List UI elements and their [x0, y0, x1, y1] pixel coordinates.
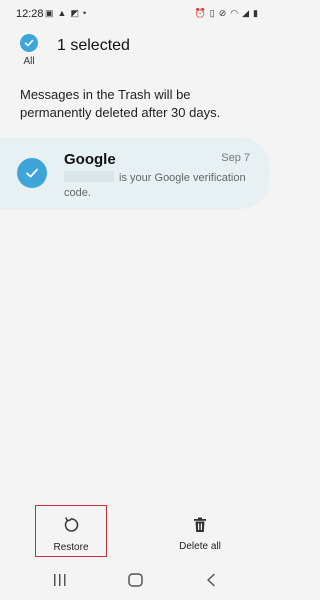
message-date: Sep 7	[221, 152, 250, 164]
delete-all-button[interactable]: Delete all	[170, 505, 230, 557]
status-left-icons: ▣ ▲ ◩ •	[45, 7, 86, 19]
back-icon[interactable]	[205, 573, 217, 587]
check-icon	[20, 34, 38, 52]
mute-icon: ⊘	[218, 8, 227, 18]
trash-icon	[194, 517, 206, 532]
home-icon[interactable]	[128, 573, 143, 587]
recents-icon[interactable]	[53, 573, 67, 587]
selected-count: 1 selected	[57, 37, 130, 54]
restore-button[interactable]: Restore	[35, 505, 107, 557]
navigation-bar	[0, 565, 270, 595]
status-right-icons: ⏰ ▯ ⊘ ◠ ◢ ▮	[195, 7, 258, 19]
message-item[interactable]: Google Sep 7 is your Google verification…	[0, 137, 270, 209]
restore-icon	[64, 517, 79, 532]
delete-all-label: Delete all	[179, 541, 221, 552]
warning-icon: ▲	[57, 8, 67, 18]
check-icon[interactable]	[17, 158, 47, 188]
select-all-label: All	[23, 56, 35, 67]
image-icon: ▣	[45, 8, 54, 18]
bottom-action-bar: Restore Delete all	[0, 505, 270, 560]
select-all-checkbox[interactable]: All	[16, 34, 42, 67]
dot-icon: •	[82, 8, 87, 18]
status-time: 12:28	[16, 8, 44, 20]
vibrate-icon: ▯	[209, 8, 215, 18]
cast-icon: ◩	[70, 8, 79, 18]
status-bar: 12:28 ▣ ▲ ◩ • ⏰ ▯ ⊘ ◠ ◢ ▮	[0, 0, 270, 28]
redacted-code	[64, 171, 114, 182]
restore-label: Restore	[53, 542, 89, 553]
message-sender: Google	[64, 151, 116, 168]
trash-notice: Messages in the Trash will be permanentl…	[20, 87, 221, 120]
signal-icon: ◢	[242, 8, 250, 18]
wifi-icon: ◠	[230, 8, 239, 18]
alarm-icon: ⏰	[194, 8, 206, 18]
battery-icon: ▮	[253, 8, 258, 18]
message-preview: is your Google verification code.	[64, 171, 254, 201]
